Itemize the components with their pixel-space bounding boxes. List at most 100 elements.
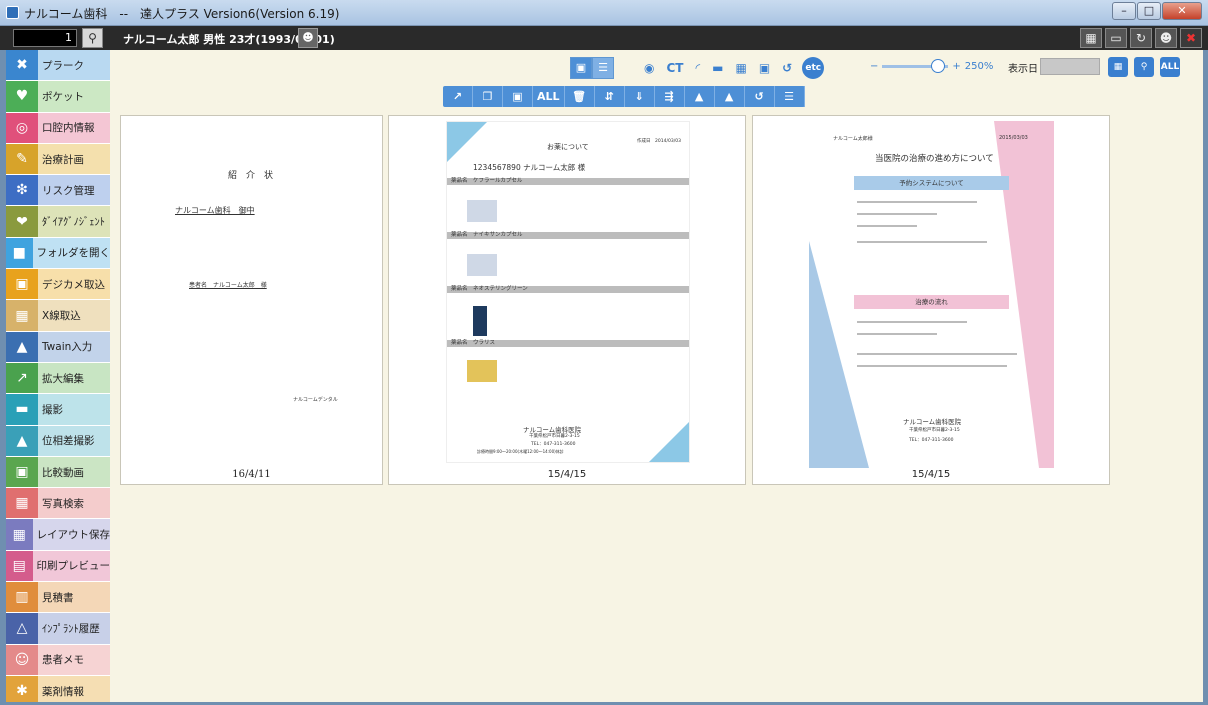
text-line [857, 241, 987, 243]
sidebar-item[interactable]: ◎ 口腔内情報 [6, 112, 110, 144]
sidebar-item-label: フォルダを開く [36, 247, 111, 260]
sidebar-item[interactable]: ☺ 患者メモ [6, 644, 110, 676]
document-thumbnail-3[interactable]: ナルコーム太郎様 2015/03/03 当医院の治療の進め方について 予約システ… [752, 115, 1110, 485]
frame-icon[interactable]: ▣ [503, 86, 533, 107]
sidebar-item[interactable]: ✱ 薬剤情報 [6, 675, 110, 702]
close-button[interactable]: ✕ [1162, 2, 1202, 20]
sidebar-item-label: リスク管理 [42, 184, 95, 197]
doc-title: 紹 介 状 [228, 171, 274, 181]
sidebar-item[interactable]: ▦ X線取込 [6, 300, 110, 332]
sidebar-item-label: デジカメ取込 [42, 278, 105, 291]
user-icon[interactable]: ☻ [1155, 28, 1177, 48]
move-down-icon[interactable]: ⇓ [625, 86, 655, 107]
camera-icon: ▣ [6, 269, 38, 300]
sidebar-item[interactable]: ❇ リスク管理 [6, 175, 110, 207]
export-icon[interactable]: ↗ [443, 86, 473, 107]
drug-image [467, 254, 497, 276]
sidebar-item-label: レイアウト保存 [36, 529, 111, 542]
doc-address: 千葉県松戸市日暮2-3-15 [529, 434, 580, 439]
app-icon [6, 6, 19, 19]
sidebar-item[interactable]: ▦ 写真検索 [6, 488, 110, 520]
sidebar-item[interactable]: ↗ 拡大編集 [6, 362, 110, 395]
list-view-button[interactable]: ☰ [592, 57, 614, 79]
action-toolbar: ↗ ❐ ▣ ALL 🗑 ⇵ ⇓ ⇶ ▲ ▲ ↺ ☰ [443, 86, 805, 107]
ct-button[interactable]: CT [666, 61, 683, 75]
zoom-value: 250% [964, 61, 994, 72]
panorama-icon[interactable]: ◜ [695, 61, 700, 75]
rotate-icon[interactable]: ↺ [782, 61, 792, 75]
memo-icon: ☺ [6, 644, 38, 675]
doc-section: 治療の流れ [854, 295, 1009, 309]
mirror-icon[interactable]: ▲ [685, 86, 715, 107]
sidebar-item-label: Twain入力 [42, 341, 93, 354]
sidebar-item[interactable]: ♥ ポケット [6, 81, 110, 113]
monitor-icon[interactable]: ▭ [1105, 28, 1127, 48]
estimate-icon: ▥ [6, 582, 38, 613]
view-toggle: ▣ ☰ [570, 57, 614, 79]
document-thumbnail-2[interactable]: お薬について 作成日 2014/03/03 1234567890 ナルコーム太郎… [388, 115, 746, 485]
sidebar-item-label: プラーク [42, 59, 84, 72]
grid-icon[interactable]: ▦ [735, 61, 746, 75]
show-all-button[interactable]: ALL [1160, 57, 1180, 77]
tooth-icon: ♥ [6, 81, 38, 112]
sidebar-item[interactable]: ❤ ﾀﾞｲｱｸﾞﾉｼﾞｪﾝﾄ [6, 206, 110, 238]
close-icon[interactable]: ✖ [1180, 28, 1202, 48]
diagnosis-icon: ❤ [6, 206, 38, 237]
mouth-icon: ◎ [6, 112, 38, 143]
plan-icon: ✎ [6, 143, 38, 175]
compare-icon: ▣ [6, 456, 38, 488]
window-controls: – □ ✕ [1112, 2, 1202, 20]
mirror-alt-icon[interactable]: ▲ [715, 86, 745, 107]
image-search-icon[interactable]: ⚲ [1134, 57, 1154, 77]
refresh-icon[interactable]: ↻ [1130, 28, 1152, 48]
sidebar-item[interactable]: ■ フォルダを開く [6, 237, 111, 270]
sidebar-item[interactable]: ▣ 比較動画 [6, 456, 110, 489]
zoom-slider-knob[interactable] [931, 59, 946, 73]
photo-icon[interactable]: ▣ [759, 61, 770, 75]
drug-row: 薬品名 ケフラールカプセル [447, 178, 689, 185]
zoom-edit-icon: ↗ [6, 362, 38, 394]
text-line [857, 321, 967, 323]
sidebar-item[interactable]: ✎ 治療計画 [6, 143, 110, 176]
document-thumbnail-1[interactable]: 紹 介 状 ナルコーム歯科 御中 患者名 ナルコーム太郎 様 ナルコームデンタル… [120, 115, 383, 485]
sidebar-item[interactable]: ▬ 撮影 [6, 394, 110, 426]
zoom-in-button[interactable]: + [952, 61, 960, 72]
search-icon[interactable]: ⚲ [82, 28, 103, 48]
sidebar-item[interactable]: ▣ デジカメ取込 [6, 269, 110, 301]
intraoral-icon[interactable]: ◉ [644, 61, 654, 75]
rotate-action-icon[interactable]: ↺ [745, 86, 775, 107]
main-area: ▣ ☰ ◉ CT ◜ ▬ ▦ ▣ ↺ etc − + 250% 表示日 ▦ ⚲ … [110, 50, 1203, 702]
minimize-button[interactable]: – [1112, 2, 1136, 20]
flip-vertical-icon[interactable]: ⇵ [595, 86, 625, 107]
sidebar-item[interactable]: ▥ 見積書 [6, 582, 110, 614]
patient-bar: 1 ⚲ ナルコーム太郎 男性 23才(1993/03/01) ☻ ▦ ▭ ↻ ☻… [0, 26, 1208, 50]
doc-patient: 患者名 ナルコーム太郎 様 [189, 282, 267, 289]
sidebar-item[interactable]: ▲ Twain入力 [6, 331, 110, 363]
maximize-button[interactable]: □ [1137, 2, 1161, 20]
trash-icon[interactable]: 🗑 [565, 86, 595, 107]
sidebar-item[interactable]: ▲ 位相差撮影 [6, 425, 110, 457]
flip-horizontal-icon[interactable]: ⇶ [655, 86, 685, 107]
layout-icon: ▦ [6, 519, 33, 550]
book-icon[interactable]: ▦ [1080, 28, 1102, 48]
etc-button[interactable]: etc [802, 57, 825, 79]
calendar-icon[interactable]: ▦ [1108, 57, 1128, 77]
patient-card-icon[interactable]: ☻ [298, 28, 318, 48]
select-all-button[interactable]: ALL [533, 86, 565, 107]
xray-filter-icon[interactable]: ▬ [712, 61, 723, 75]
sidebar-item[interactable]: ✖ プラーク [6, 50, 110, 82]
display-date-field[interactable] [1040, 58, 1100, 75]
patient-number-field[interactable]: 1 [13, 29, 77, 47]
zoom-slider[interactable] [882, 59, 949, 73]
drug-row: 薬品名 ネオステリングリーン [447, 286, 689, 293]
sidebar-item[interactable]: △ ｲﾝﾌﾟﾗﾝﾄ履歴 [6, 613, 110, 645]
sidebar-item[interactable]: ▦ レイアウト保存 [6, 519, 111, 551]
sidebar-item[interactable]: ▤ 印刷プレビュー [6, 550, 110, 583]
zoom-control: − + 250% [870, 59, 994, 73]
drug-image [467, 200, 497, 222]
image-view-button[interactable]: ▣ [570, 57, 592, 79]
list-icon[interactable]: ☰ [775, 86, 805, 107]
drug-row: 薬品名 ウラリス [447, 340, 689, 347]
zoom-out-button[interactable]: − [870, 61, 878, 72]
copy-icon[interactable]: ❐ [473, 86, 503, 107]
